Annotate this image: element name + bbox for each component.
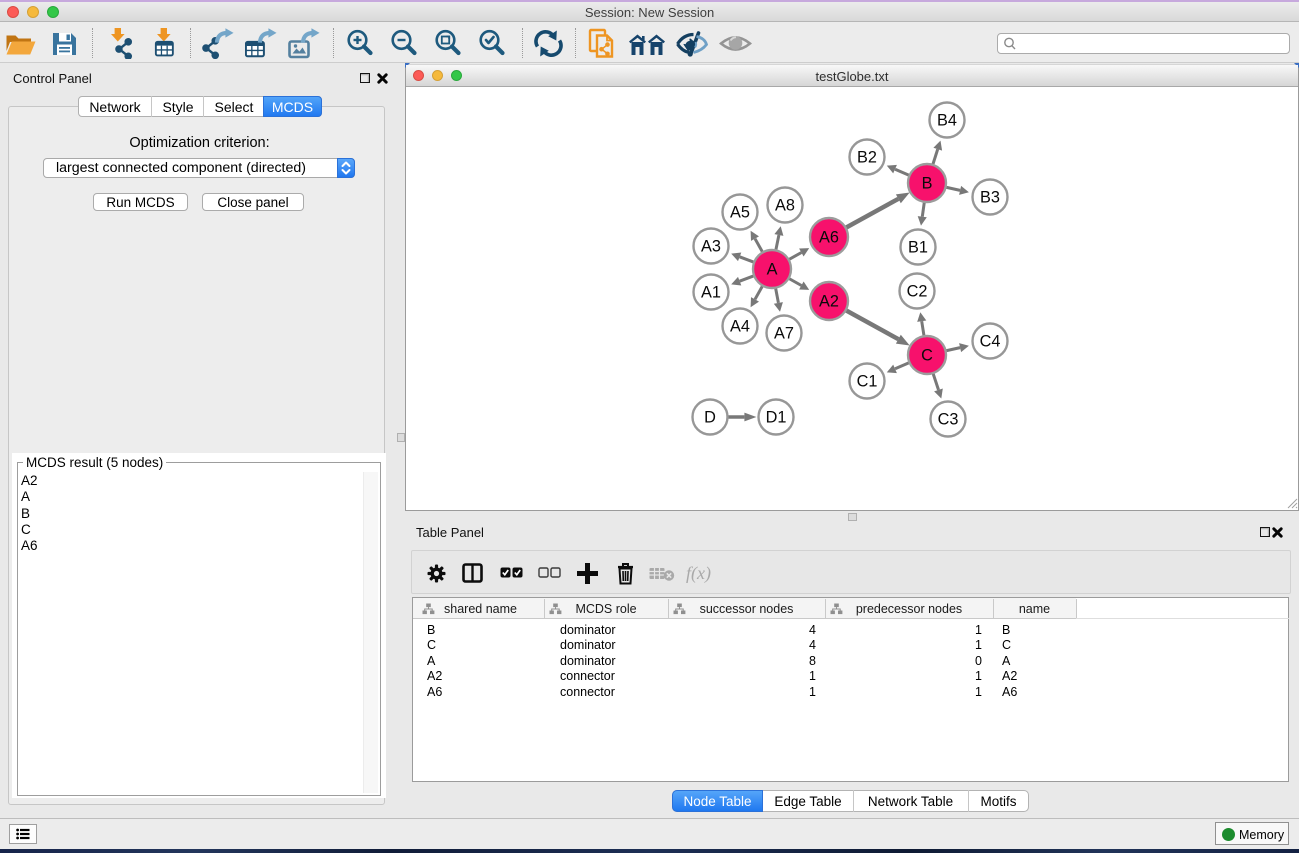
svg-text:A3: A3 bbox=[701, 238, 721, 256]
svg-text:C3: C3 bbox=[938, 411, 959, 429]
svg-text:B2: B2 bbox=[857, 149, 877, 167]
svg-text:A1: A1 bbox=[701, 284, 721, 302]
svg-text:A4: A4 bbox=[730, 318, 750, 336]
svg-text:A7: A7 bbox=[774, 325, 794, 343]
svg-text:C4: C4 bbox=[980, 333, 1001, 351]
svg-text:D1: D1 bbox=[766, 409, 787, 427]
svg-text:C2: C2 bbox=[907, 283, 928, 301]
svg-text:C1: C1 bbox=[857, 373, 878, 391]
svg-text:B4: B4 bbox=[937, 112, 957, 130]
svg-text:A: A bbox=[767, 261, 778, 279]
svg-text:B3: B3 bbox=[980, 189, 1000, 207]
svg-text:B: B bbox=[922, 175, 933, 193]
svg-text:C: C bbox=[921, 347, 933, 365]
svg-text:A8: A8 bbox=[775, 197, 795, 215]
svg-text:A6: A6 bbox=[819, 229, 839, 247]
svg-text:D: D bbox=[704, 409, 716, 427]
svg-text:A5: A5 bbox=[730, 204, 750, 222]
svg-text:A2: A2 bbox=[819, 293, 839, 311]
svg-text:B1: B1 bbox=[908, 239, 928, 257]
